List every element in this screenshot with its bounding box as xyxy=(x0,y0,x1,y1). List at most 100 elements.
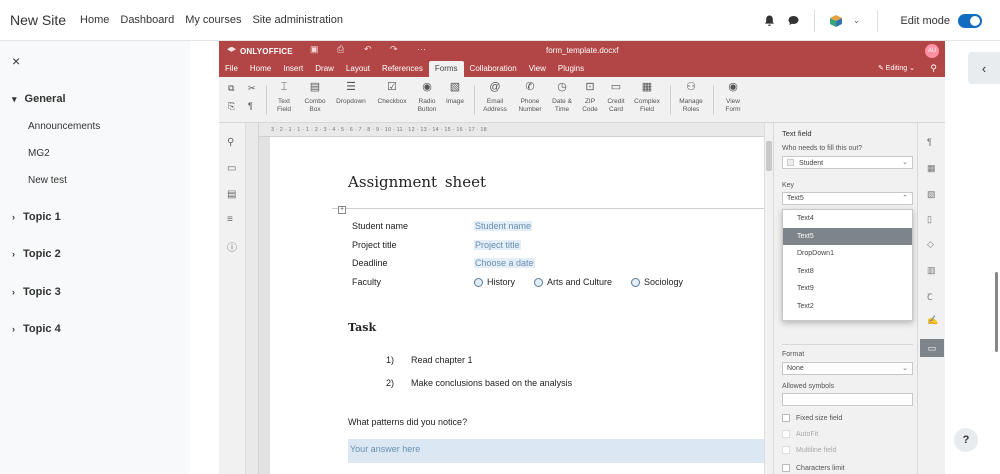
chevron-right-icon[interactable]: › xyxy=(12,287,15,297)
section-topic-3[interactable]: › Topic 3 xyxy=(12,286,61,298)
radio-history[interactable]: History xyxy=(474,277,515,287)
key-option[interactable]: Text4 xyxy=(783,210,912,228)
activity-new-test[interactable]: New test xyxy=(28,175,67,186)
text-art-icon[interactable]: Ꞇ xyxy=(927,290,933,303)
format-select[interactable]: None ⌄ xyxy=(782,362,913,375)
deadline-date-field[interactable]: Choose a date xyxy=(474,258,535,268)
nav-site-administration[interactable]: Site administration xyxy=(252,14,343,26)
image-button[interactable]: ▧ Image xyxy=(443,82,467,106)
tab-collaboration[interactable]: Collaboration xyxy=(464,61,523,77)
key-option[interactable]: Text2 xyxy=(783,298,912,316)
save-icon[interactable]: ▣ xyxy=(310,44,319,55)
close-icon[interactable]: × xyxy=(12,53,20,69)
key-option[interactable]: Text9 xyxy=(783,280,912,298)
comments-icon[interactable]: ▭ xyxy=(227,163,236,174)
dropdown-button[interactable]: ☰ Dropdown xyxy=(333,82,369,106)
section-general[interactable]: ▾ General xyxy=(12,93,66,105)
tab-plugins[interactable]: Plugins xyxy=(552,61,590,77)
radio-button-tool[interactable]: ◉ Radio Button xyxy=(415,82,439,114)
tab-home[interactable]: Home xyxy=(244,61,277,77)
nav-home[interactable]: Home xyxy=(80,14,109,26)
chevron-down-icon[interactable]: ⌄ xyxy=(849,14,863,28)
combo-box-button[interactable]: ▤ Combo Box xyxy=(301,82,329,114)
fixed-size-checkbox[interactable]: Fixed size field xyxy=(782,414,842,422)
undo-icon[interactable]: ↶ xyxy=(364,44,372,55)
date-time-button[interactable]: ◷ Date & Time xyxy=(548,82,576,114)
copy-icon[interactable]: ⧉ xyxy=(228,83,234,94)
radio-arts-and-culture[interactable]: Arts and Culture xyxy=(534,277,612,287)
tab-file[interactable]: File xyxy=(219,61,244,77)
search-icon[interactable]: ⚲ xyxy=(930,63,937,74)
nav-dashboard[interactable]: Dashboard xyxy=(120,14,174,26)
cut-icon[interactable]: ✂ xyxy=(248,83,256,94)
document-scrollbar[interactable] xyxy=(764,123,773,474)
chevron-left-icon[interactable]: ‹ xyxy=(968,52,1000,84)
tab-references[interactable]: References xyxy=(376,61,429,77)
search-icon[interactable]: ⚲ xyxy=(227,137,234,148)
chevron-right-icon[interactable]: › xyxy=(12,324,15,334)
signature-icon[interactable]: ✍ xyxy=(927,315,938,326)
user-avatar[interactable]: AU xyxy=(925,44,939,58)
format-painter-icon[interactable]: ¶ xyxy=(248,101,253,111)
section-topic-2[interactable]: › Topic 2 xyxy=(12,248,61,260)
section-topic-1[interactable]: › Topic 1 xyxy=(12,211,61,223)
table-icon[interactable]: ▦ xyxy=(927,163,936,174)
credit-card-button[interactable]: ▭ Credit Card xyxy=(604,82,628,114)
form-settings-icon[interactable]: ▭ xyxy=(920,339,944,357)
checkbox-button[interactable]: ☑ Checkbox xyxy=(374,82,410,106)
student-name-field[interactable]: Student name xyxy=(474,221,533,231)
paragraph-icon[interactable]: ¶ xyxy=(927,137,932,147)
view-form-button[interactable]: ◉ View Form xyxy=(718,82,748,114)
table-move-handle[interactable]: + xyxy=(338,206,346,214)
manage-roles-button[interactable]: ⚇ Manage Roles xyxy=(675,82,707,114)
tab-forms[interactable]: Forms xyxy=(428,61,464,77)
autofit-checkbox[interactable]: AutoFit xyxy=(782,430,818,438)
key-option-selected[interactable]: Text5 xyxy=(783,227,912,245)
more-icon[interactable]: ··· xyxy=(417,44,426,54)
complex-field-button[interactable]: ▦ Complex Field xyxy=(631,82,663,114)
navigation-icon[interactable]: ≡ xyxy=(227,214,233,225)
site-name[interactable]: New Site xyxy=(10,12,66,28)
project-title-field[interactable]: Project title xyxy=(474,240,521,250)
print-icon[interactable]: ⎙ xyxy=(337,44,344,55)
chat-bubble-icon[interactable] xyxy=(786,14,800,28)
chevron-down-icon[interactable]: ▾ xyxy=(12,94,17,105)
image-icon[interactable]: ▧ xyxy=(927,189,936,200)
activity-mg2[interactable]: MG2 xyxy=(28,148,50,159)
help-icon[interactable]: ? xyxy=(954,428,978,452)
tab-draw[interactable]: Draw xyxy=(309,61,340,77)
chevron-right-icon[interactable]: › xyxy=(12,212,15,222)
shape-icon[interactable]: ◇ xyxy=(927,239,934,250)
text-field-button[interactable]: ⌶ Text Field xyxy=(273,82,295,114)
role-select[interactable]: Student ⌄ xyxy=(782,156,913,169)
chart-icon[interactable]: ▥ xyxy=(927,265,936,276)
zip-code-button[interactable]: ⊡ ZIP Code xyxy=(578,82,602,114)
redo-icon[interactable]: ↷ xyxy=(390,44,398,55)
tab-view[interactable]: View xyxy=(523,61,552,77)
info-icon[interactable]: ⓘ xyxy=(227,239,237,254)
tab-layout[interactable]: Layout xyxy=(340,61,376,77)
key-option[interactable]: DropDown1 xyxy=(783,245,912,263)
radio-sociology[interactable]: Sociology xyxy=(631,277,683,287)
edit-mode-toggle[interactable] xyxy=(958,13,982,28)
scrollbar-thumb[interactable] xyxy=(766,141,772,171)
chevron-right-icon[interactable]: › xyxy=(12,249,15,259)
email-address-button[interactable]: @ Email Address xyxy=(479,82,511,114)
section-topic-4[interactable]: › Topic 4 xyxy=(12,323,61,335)
phone-number-button[interactable]: ✆ Phone Number xyxy=(515,82,545,114)
key-option[interactable]: Text8 xyxy=(783,263,912,281)
tab-insert[interactable]: Insert xyxy=(277,61,309,77)
nav-my-courses[interactable]: My courses xyxy=(185,14,241,26)
page-scrollbar[interactable] xyxy=(995,272,998,352)
header-footer-icon[interactable]: ▯ xyxy=(927,214,932,225)
answer-field[interactable]: Your answer here xyxy=(348,439,764,463)
user-avatar-icon[interactable] xyxy=(829,14,843,28)
bell-icon[interactable] xyxy=(762,14,776,28)
allowed-symbols-input[interactable] xyxy=(782,393,913,406)
thumbnails-icon[interactable]: ▤ xyxy=(227,189,236,200)
editing-mode-button[interactable]: ✎ Editing ⌄ xyxy=(878,64,915,72)
key-select[interactable]: Text5 ⌃ xyxy=(782,192,913,205)
paste-icon[interactable]: ⎘ xyxy=(228,101,235,112)
multiline-checkbox[interactable]: Multiline field xyxy=(782,446,836,454)
characters-limit-checkbox[interactable]: Characters limit xyxy=(782,464,845,472)
